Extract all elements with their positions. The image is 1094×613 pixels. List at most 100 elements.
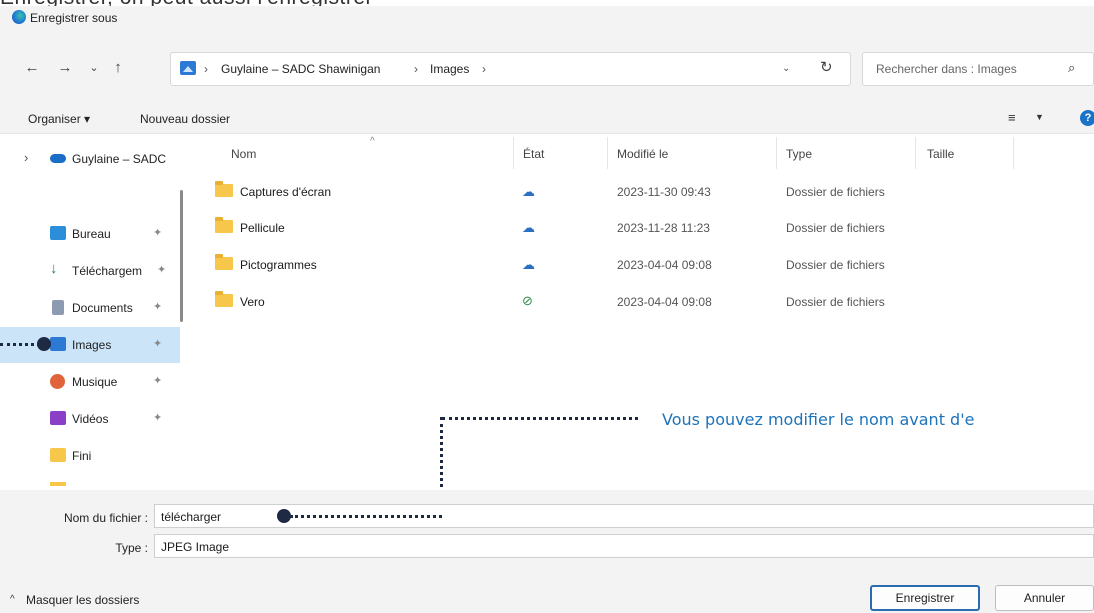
sidebar-item-label: Vidéos (72, 412, 109, 426)
chevron-right-icon[interactable]: › (204, 62, 208, 76)
pictures-folder-icon (180, 61, 196, 75)
search-icon[interactable]: ⌕ (1068, 60, 1075, 76)
column-header-state[interactable]: État (523, 147, 544, 161)
column-divider[interactable] (513, 137, 514, 169)
annotation-dot (277, 509, 291, 523)
annotation-connector (442, 417, 638, 420)
refresh-icon[interactable]: ↻ (820, 58, 833, 76)
forward-arrow-icon[interactable]: → (55, 58, 75, 78)
edge-app-icon (12, 10, 26, 24)
pin-icon[interactable]: ✦ (153, 411, 162, 424)
desktop-icon (50, 226, 66, 240)
sidebar-item-label: Fini (72, 449, 92, 463)
save-button[interactable]: Enregistrer (870, 585, 980, 611)
annotation-connector (290, 515, 442, 518)
column-divider[interactable] (607, 137, 608, 169)
chevron-up-icon[interactable]: ^ (10, 594, 15, 605)
sidebar-item-music[interactable]: Musique ✦ (0, 364, 180, 400)
search-input[interactable]: Rechercher dans : Images (876, 62, 1017, 76)
up-arrow-icon[interactable]: ↑ (108, 58, 128, 78)
file-name: Pellicule (240, 221, 285, 235)
cloud-icon (50, 154, 66, 163)
file-type: Dossier de fichiers (786, 221, 885, 235)
cancel-button[interactable]: Annuler (995, 585, 1094, 611)
column-divider[interactable] (1013, 137, 1014, 169)
table-row[interactable]: Pictogrammes ☁ 2023-04-04 09:08 Dossier … (193, 247, 1094, 283)
file-modified: 2023-11-28 11:23 (617, 221, 710, 235)
hide-folders-button[interactable]: Masquer les dossiers (26, 593, 139, 607)
pin-icon[interactable]: ✦ (153, 374, 162, 387)
column-header-size[interactable]: Taille (927, 147, 954, 161)
pictures-icon (50, 337, 66, 351)
new-folder-button[interactable]: Nouveau dossier (140, 112, 230, 126)
folder-icon (215, 254, 233, 270)
column-divider[interactable] (776, 137, 777, 169)
sidebar-item-label: Guylaine – SADC (72, 152, 167, 166)
folder-icon (50, 448, 66, 462)
column-header-modified[interactable]: Modifié le (617, 147, 668, 161)
table-row[interactable]: Captures d'écran ☁ 2023-11-30 09:43 Doss… (193, 174, 1094, 210)
annotation-dot (37, 337, 51, 351)
sidebar-item-onedrive[interactable]: › Guylaine – SADC (0, 141, 180, 177)
back-arrow-icon[interactable]: ← (22, 58, 42, 78)
view-menu-icon[interactable]: ≡ (1008, 110, 1016, 125)
table-row[interactable]: Pellicule ☁ 2023-11-28 11:23 Dossier de … (193, 210, 1094, 246)
breadcrumb-item[interactable]: Guylaine – SADC Shawinigan (221, 62, 380, 76)
cloud-icon: ☁ (522, 184, 535, 199)
address-history-chevron-icon[interactable]: ⌄ (782, 63, 790, 74)
title-bar (0, 6, 1094, 36)
chevron-right-icon[interactable]: › (482, 62, 486, 76)
folder-icon (215, 217, 233, 233)
column-header-name[interactable]: Nom (231, 147, 256, 161)
chevron-right-icon[interactable]: › (24, 150, 28, 165)
video-icon (50, 411, 66, 425)
folder-icon (215, 291, 233, 307)
help-icon[interactable]: ? (1080, 110, 1094, 126)
column-header-type[interactable]: Type (786, 147, 812, 161)
folder-icon (50, 482, 66, 486)
sort-ascending-icon: ^ (370, 136, 375, 147)
pin-icon[interactable]: ✦ (153, 337, 162, 350)
sidebar-item-label: Documents (72, 301, 133, 315)
sidebar-item-label: Bureau (72, 227, 111, 241)
sidebar-item-desktop[interactable]: Bureau ✦ (0, 216, 180, 252)
pin-icon[interactable]: ✦ (157, 263, 166, 276)
filename-value: télécharger (161, 510, 222, 524)
pin-icon[interactable]: ✦ (153, 226, 162, 239)
document-icon (52, 300, 64, 315)
sidebar-item-documents[interactable]: Documents ✦ (0, 290, 180, 326)
file-type: Dossier de fichiers (786, 185, 885, 199)
sidebar-item-label: Téléchargem (72, 264, 143, 278)
pin-icon[interactable]: ✦ (153, 300, 162, 313)
type-value: JPEG Image (161, 540, 230, 554)
cloud-icon: ☁ (522, 220, 535, 235)
sidebar-item-label: Musique (72, 375, 118, 389)
type-label: Type : (115, 541, 148, 555)
chevron-right-icon[interactable]: › (414, 62, 418, 76)
file-type: Dossier de fichiers (786, 295, 885, 309)
sidebar-item-fini[interactable]: Fini (0, 438, 180, 474)
column-divider[interactable] (915, 137, 916, 169)
table-row[interactable]: Vero ⊘ 2023-04-04 09:08 Dossier de fichi… (193, 284, 1094, 320)
type-select[interactable]: JPEG Image (154, 534, 1094, 558)
folder-icon (215, 181, 233, 197)
annotation-text: Vous pouvez modifier le nom avant d'e (662, 410, 975, 429)
file-type: Dossier de fichiers (786, 258, 885, 272)
organize-button[interactable]: Organiser ▾ (28, 112, 90, 126)
annotation-connector (0, 343, 40, 346)
file-modified: 2023-04-04 09:08 (617, 258, 712, 272)
file-modified: 2023-11-30 09:43 (617, 185, 711, 199)
file-modified: 2023-04-04 09:08 (617, 295, 712, 309)
sidebar-item-videos[interactable]: Vidéos ✦ (0, 401, 180, 437)
window-title: Enregistrer sous (30, 11, 118, 25)
sidebar-item-downloads[interactable]: ↓ Téléchargem ✦ (0, 253, 180, 289)
caret-down-icon[interactable]: ▼ (1035, 112, 1044, 122)
file-name: Captures d'écran (240, 185, 332, 199)
file-name: Vero (240, 295, 265, 309)
recent-chevron-icon[interactable]: ⌄ (84, 58, 104, 78)
sidebar-scrollbar[interactable] (180, 190, 183, 322)
file-name: Pictogrammes (240, 258, 317, 272)
filename-label: Nom du fichier : (63, 511, 148, 525)
sidebar-item-label: Images (72, 338, 112, 352)
breadcrumb-item[interactable]: Images (430, 62, 469, 76)
